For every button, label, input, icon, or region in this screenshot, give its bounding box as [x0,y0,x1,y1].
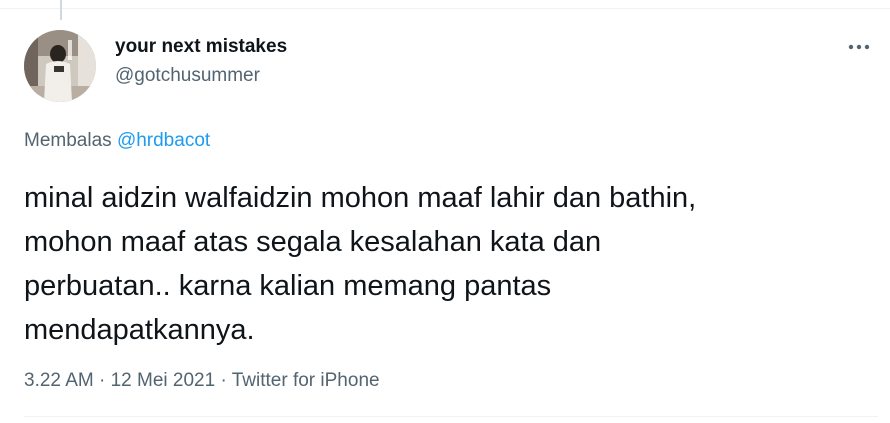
reply-prefix: Membalas [24,130,112,151]
more-horizontal-icon [848,44,870,50]
meta-separator: · [99,370,106,391]
more-options-button[interactable] [842,36,876,58]
tweet-text: minal aidzin walfaidzin mohon maaf lahir… [24,182,697,346]
tweet-source[interactable]: Twitter for iPhone [232,370,380,391]
top-divider [0,8,890,9]
author-handle[interactable]: @gotchusummer [115,65,287,87]
meta-separator: · [220,370,227,391]
tweet-time[interactable]: 3.22 AM [24,370,94,391]
avatar-photo [24,30,96,102]
avatar[interactable] [24,30,96,102]
tweet-metadata: 3.22 AM · 12 Mei 2021 · Twitter for iPho… [24,370,380,392]
author-display-name[interactable]: your next mistakes [115,36,287,58]
reply-context: Membalas @hrdbacot [24,130,210,152]
reply-mention-link[interactable]: @hrdbacot [117,130,210,151]
thread-connector-line [60,0,62,20]
tweet-author: your next mistakes @gotchusummer [115,36,287,87]
tweet-date[interactable]: 12 Mei 2021 [111,370,216,391]
bottom-divider [24,416,878,417]
